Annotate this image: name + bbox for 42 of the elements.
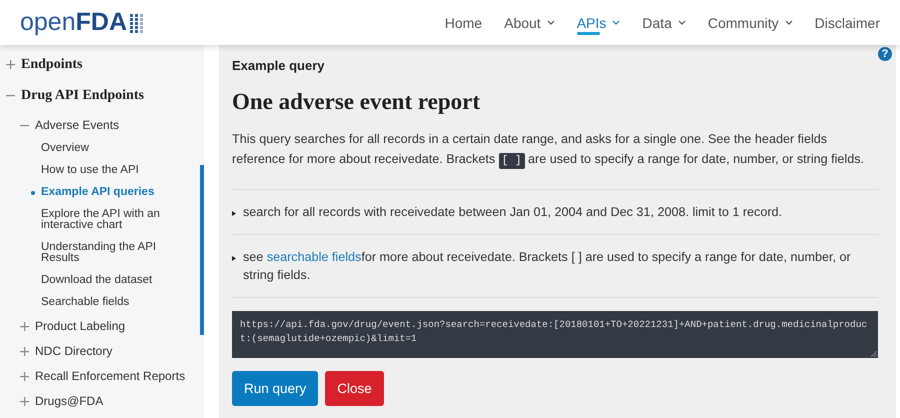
triangle-icon xyxy=(232,256,236,261)
plus-icon[interactable] xyxy=(20,397,29,406)
step-text: see searchable fieldsfor more about receivedate. Brackets [ ] are used to specify a range for date, number, or string fields. xyxy=(243,249,852,284)
nav-link[interactable]: Home xyxy=(444,0,482,45)
sidebar-item[interactable]: Adverse Events xyxy=(35,118,120,132)
resize-grip-icon[interactable] xyxy=(871,351,877,357)
sidebar-link[interactable]: Overview xyxy=(41,143,89,154)
sidebar-link[interactable]: Download the dataset xyxy=(41,275,152,286)
close-button[interactable]: Close xyxy=(325,371,384,406)
nav-link[interactable]: About xyxy=(504,0,555,45)
plus-icon[interactable] xyxy=(20,347,29,356)
nav-link[interactable]: Disclaimer xyxy=(814,0,880,45)
sidebar-item[interactable]: Product Labeling xyxy=(35,319,126,333)
bullet-icon xyxy=(31,191,35,195)
scrollbar-thumb[interactable] xyxy=(200,165,204,335)
sidebar-section[interactable]: Drug API Endpoints xyxy=(21,88,144,104)
sidebar-item[interactable]: Drugs@FDA xyxy=(35,394,104,408)
run-button[interactable]: Run query xyxy=(232,371,318,406)
triangle-icon xyxy=(232,211,236,216)
nav-link[interactable]: Community xyxy=(708,0,793,45)
page-title: One adverse event report xyxy=(232,89,482,115)
sidebar-link[interactable]: Understanding the API Results xyxy=(41,242,196,264)
searchable-fields-link[interactable]: searchable fields xyxy=(266,250,362,264)
plus-icon[interactable] xyxy=(20,322,29,331)
section-label: Example query xyxy=(232,58,326,73)
plus-icon[interactable] xyxy=(20,372,29,381)
sidebar-link[interactable]: Searchable fields xyxy=(41,297,130,308)
sidebar-item[interactable]: Recall Enforcement Reports xyxy=(35,369,186,383)
sidebar-link[interactable]: Example API queries xyxy=(41,187,154,198)
plus-icon[interactable] xyxy=(6,60,15,69)
nav-link[interactable]: APIs xyxy=(576,0,620,45)
sidebar-link[interactable]: Explore the API with an interactive chart xyxy=(41,209,196,231)
sidebar-link[interactable]: How to use the API xyxy=(41,165,139,176)
step-text: search for all records with receivedate between Jan 01, 2004 and Dec 31, 2008. limit to 1 record. xyxy=(243,204,782,221)
nav-link[interactable]: Data xyxy=(642,0,686,45)
logo[interactable]: openFDA xyxy=(20,8,144,37)
sidebar-item[interactable]: NDC Directory xyxy=(35,344,112,358)
description: This query searches for all records in a certain date range, and asks for a single one. See the header fields reference for more about receivedate. Brackets [ ] are used to specify a range for date, number, or string fields. xyxy=(232,131,866,171)
query-box[interactable]: https://api.fda.gov/drug/event.json?search=receivedate:[20180101+TO+20221231]+AND+patient.drug.medicinalproduct:(semaglutide+ozempic)&limit=1 xyxy=(232,311,878,358)
sidebar-section[interactable]: Endpoints xyxy=(21,57,82,73)
dot-grid-icon xyxy=(130,12,144,32)
help-icon[interactable]: ? xyxy=(878,47,892,61)
